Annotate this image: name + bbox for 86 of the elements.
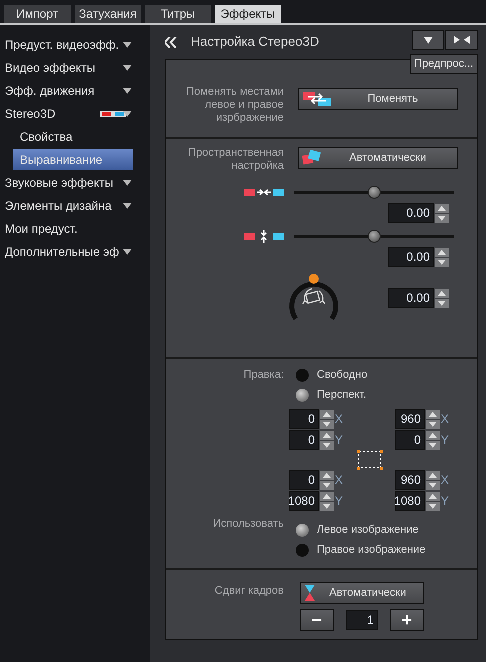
spin-buttons-icon[interactable] (426, 410, 440, 428)
radio-button[interactable] (296, 368, 309, 382)
slider-thumb[interactable] (368, 230, 381, 242)
axis-label: Y (441, 493, 450, 510)
number-field[interactable]: 0 (289, 409, 319, 429)
sidebar-item[interactable]: Дополнительные эф (0, 240, 150, 263)
number-field[interactable]: 0.00 (388, 288, 434, 308)
axis-label: X (441, 472, 450, 489)
axis-label: X (335, 472, 344, 489)
increment-button[interactable]: + (390, 609, 424, 631)
tab[interactable]: Эффекты (215, 5, 281, 23)
axis-label: X (335, 411, 344, 428)
number-field[interactable]: 0 (289, 430, 319, 450)
slider-thumb[interactable] (368, 186, 381, 198)
sidebar-subitem[interactable]: Выравнивание (13, 149, 133, 170)
tab[interactable]: Импорт (4, 5, 71, 23)
sidebar-item[interactable]: Предуст. видеоэфф. (0, 33, 150, 56)
tab[interactable]: Затухания (75, 5, 141, 23)
down-triangle-icon (424, 36, 432, 44)
setting-label: Сдвиг кадров (214, 584, 284, 598)
setting-label: Пространственная настройка (187, 147, 284, 173)
sidebar-item[interactable]: Звуковые эффекты (0, 171, 150, 194)
number-field[interactable]: 0 (395, 430, 425, 450)
number-field[interactable]: 0.00 (388, 247, 434, 267)
preview-button[interactable]: Предпрос... (410, 54, 478, 74)
spin-buttons-icon[interactable] (435, 204, 449, 222)
number-field[interactable]: 960 (395, 409, 425, 429)
vertical-align-icon (244, 230, 284, 242)
number-field[interactable]: 1080 (289, 491, 319, 511)
spin-buttons-icon[interactable] (426, 430, 440, 450)
radio-label: Перспект. (317, 388, 367, 403)
axis-label: Y (335, 493, 344, 510)
spin-buttons-icon[interactable] (426, 470, 440, 490)
spin-buttons-icon[interactable] (435, 248, 449, 266)
radio-button[interactable] (296, 388, 309, 402)
sidebar-item[interactable]: Мои предуст. (0, 217, 150, 240)
axis-label: Y (335, 432, 344, 449)
axis-label: Y (441, 432, 450, 449)
spin-buttons-icon[interactable] (320, 492, 334, 510)
swap-icon (302, 91, 332, 107)
spin-buttons-icon[interactable] (320, 430, 334, 450)
dropdown-button[interactable] (412, 30, 444, 50)
radio-button[interactable] (296, 524, 309, 536)
panel-title: Настройка Стерео3D (191, 33, 320, 52)
radio-button[interactable] (296, 544, 309, 556)
hourglass-icon (304, 584, 316, 602)
dropdown-caret-icon (123, 203, 132, 209)
dropdown-caret-icon (123, 180, 132, 186)
number-field[interactable]: 1080 (395, 491, 425, 511)
dropdown-caret-icon (123, 65, 132, 71)
sidebar-item[interactable]: Stereo3D (0, 102, 150, 125)
dropdown-caret-icon (123, 88, 132, 94)
radio-label: Левое изображение (317, 522, 419, 538)
collapse-icon[interactable] (165, 36, 177, 48)
frame-offset-field[interactable]: 1 (346, 610, 378, 630)
sidebar-item[interactable]: Видео эффекты (0, 56, 150, 79)
spin-buttons-icon[interactable] (435, 288, 449, 308)
setting-label: Использовать (212, 517, 284, 531)
radio-label: Свободно (317, 368, 368, 383)
dropdown-caret-icon (123, 249, 132, 255)
spin-buttons-icon[interactable] (320, 470, 334, 490)
spin-buttons-icon[interactable] (426, 492, 440, 510)
sidebar-subitem[interactable]: Свойства (13, 126, 133, 147)
tab[interactable]: Титры (145, 5, 211, 23)
dropdown-caret-icon (123, 111, 132, 117)
action-button[interactable]: Автоматически (298, 147, 458, 169)
number-field[interactable]: 0 (289, 470, 319, 490)
number-field[interactable]: 0.00 (388, 203, 434, 223)
converge-icon (244, 188, 284, 196)
3d-glasses-icon (100, 110, 126, 118)
number-field[interactable]: 960 (395, 470, 425, 490)
sidebar-item[interactable]: Элементы дизайна (0, 194, 150, 217)
action-button[interactable]: Автоматически (300, 582, 424, 604)
frame-selection-icon (357, 450, 383, 470)
radio-label: Правое изображение (317, 542, 426, 558)
dropdown-caret-icon (123, 42, 132, 48)
collapse-panel-button[interactable] (445, 30, 478, 50)
setting-label: Правка: (242, 368, 284, 382)
spin-buttons-icon[interactable] (320, 410, 334, 428)
decrement-button[interactable]: − (300, 609, 334, 631)
action-button[interactable]: Поменять (298, 88, 458, 110)
layers-icon (302, 150, 322, 166)
axis-label: X (441, 411, 450, 428)
setting-label: Поменять местами левое и правое изрбражение (186, 86, 284, 125)
inward-arrows-icon (454, 36, 470, 44)
sidebar-item[interactable]: Эфф. движения (0, 79, 150, 102)
